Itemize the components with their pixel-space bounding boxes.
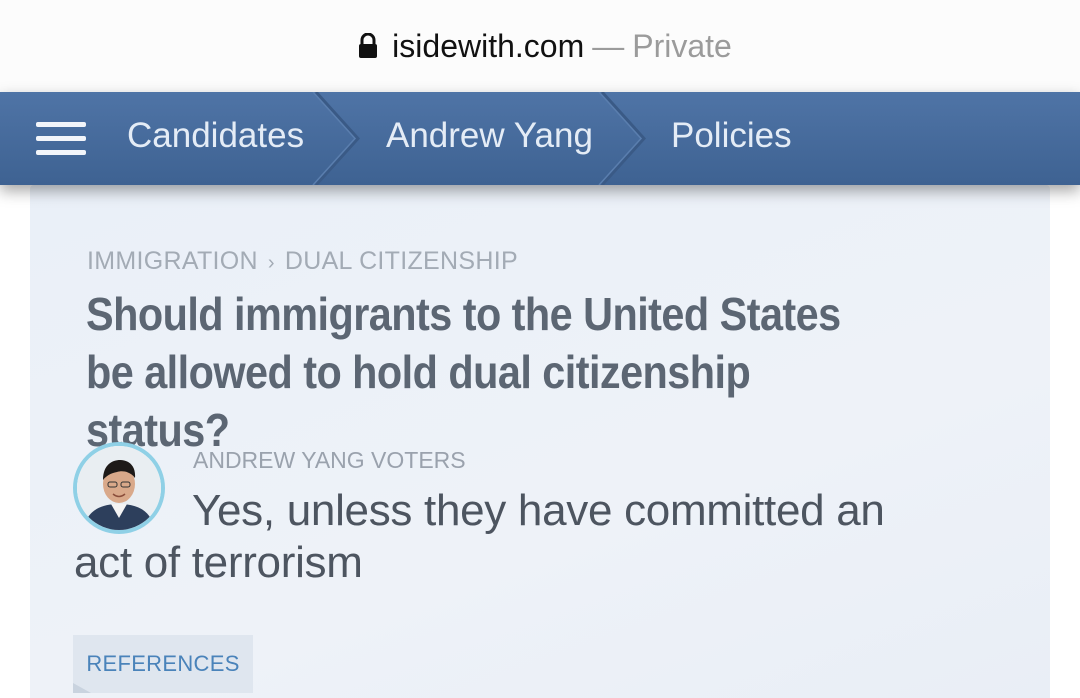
browser-url-bar[interactable]: isidewith.com — Private [0,0,1080,92]
answer-text: Yes, unless they have committed an act o… [74,486,885,587]
lock-icon [359,33,378,58]
url-display[interactable]: isidewith.com — Private [358,28,732,65]
answer-source-label: ANDREW YANG VOTERS [193,447,466,473]
topic-breadcrumb: IMMIGRATION › DUAL CITIZENSHIP [87,247,518,276]
nav-crumb-policies[interactable]: Policies [671,92,792,185]
url-domain: isidewith.com [392,27,585,64]
nav-crumb-candidates[interactable]: Candidates [127,92,304,185]
question-heading: Should immigrants to the United States b… [86,288,841,456]
chevron-right-icon [598,92,646,185]
private-mode-label: Private [632,27,732,64]
top-nav-bar: Candidates Andrew Yang Policies [0,92,1080,185]
topic-subcategory-link[interactable]: DUAL CITIZENSHIP [285,247,518,275]
references-button[interactable]: REFERENCES [73,635,253,693]
tab-corner-decoration [73,683,91,693]
breadcrumb-separator: › [267,252,275,274]
topic-category-link[interactable]: IMMIGRATION [87,247,258,275]
url-separator: — [592,27,625,64]
references-label: REFERENCES [86,651,240,676]
nav-crumb-andrew-yang[interactable]: Andrew Yang [386,92,593,185]
hamburger-menu-icon[interactable] [36,120,86,156]
policy-card: IMMIGRATION › DUAL CITIZENSHIP Should immi… [30,185,1050,698]
chevron-right-icon [312,92,360,185]
